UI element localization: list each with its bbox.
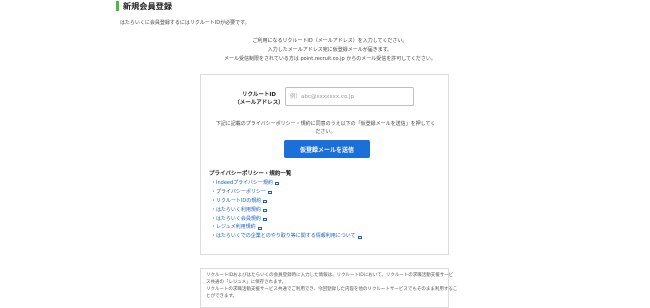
policy-list-heading: プライバシーポリシー・規約一覧 xyxy=(209,171,292,177)
resume-terms-link[interactable]: レジュメ利用規約 xyxy=(216,223,256,232)
notice-line: ご利用になるリクルートID（メールアドレス）を入力してください。 xyxy=(252,38,408,44)
intro-text: はたらいくに会員登録するにはリクルートIDが必要です。 xyxy=(120,20,250,26)
external-window-icon xyxy=(357,235,362,239)
indeed-privacy-link[interactable]: Indeedプライバシー規約 xyxy=(216,179,273,188)
email-notice: ご利用になるリクルートID（メールアドレス）を入力してください。 入力したメール… xyxy=(120,37,540,64)
registration-form-card: リクルートID （メールアドレス） 下記に記載のプライバシーポリシー・規約に同意… xyxy=(200,74,449,255)
policy-list-item: ・はたらいく会員規約 xyxy=(211,215,362,224)
email-input[interactable] xyxy=(285,87,414,106)
recruit-id-label-line2: （メールアドレス） xyxy=(234,100,284,106)
page-header: 新規会員登録 xyxy=(116,0,172,12)
policy-list-item: ・レジュメ利用規約 xyxy=(211,223,362,232)
policy-list-item: ・ Indeedプライバシー規約 xyxy=(211,179,362,188)
footer-line: とができます。 xyxy=(206,294,238,299)
footer-line: ス共通の「レジュメ」に保存されます。 xyxy=(206,280,287,285)
external-window-icon xyxy=(263,200,268,204)
notice-line: 入力したメールアドレス宛に仮登録メールが届きます。 xyxy=(267,47,393,53)
agreement-line2: ださい。 xyxy=(315,129,336,135)
agreement-line1: 下記に記載のプライバシーポリシー・規約に同意のうえ以下の「仮登録メールを送信」を… xyxy=(215,121,436,127)
privacy-policy-link[interactable]: プライバシーポリシー xyxy=(216,188,266,197)
policy-list-item: ・リクルートIDの規約 xyxy=(211,197,362,206)
external-window-icon xyxy=(257,226,262,230)
hataraiku-member-terms-link[interactable]: はたらいく会員規約 xyxy=(216,215,261,224)
policy-list-item: ・プライバシーポリシー xyxy=(211,188,362,197)
recruit-id-label: リクルートID （メールアドレス） xyxy=(229,91,289,107)
page-title: 新規会員登録 xyxy=(123,1,173,11)
policy-list-item: ・はたらいく利用規約 xyxy=(211,206,362,215)
external-window-icon xyxy=(275,182,280,186)
policy-list: ・ Indeedプライバシー規約 ・プライバシーポリシー ・リクルートIDの規約 … xyxy=(211,179,362,241)
title-accent-bar xyxy=(116,1,119,11)
notice-line: メール受信制限をされている方は point.recruit.co.jp からのメ… xyxy=(224,56,436,62)
hataraiku-terms-link[interactable]: はたらいく利用規約 xyxy=(216,206,261,215)
company-interaction-info-link[interactable]: はたらいくでの企業とのやり取り等に関する情報利用について xyxy=(216,232,356,241)
recruit-id-terms-link[interactable]: リクルートIDの規約 xyxy=(216,197,261,206)
external-window-icon xyxy=(267,191,272,195)
agreement-text: 下記に記載のプライバシーポリシー・規約に同意のうえ以下の「仮登録メールを送信」を… xyxy=(201,120,450,136)
resume-info-notice: リクルートIDおよびはたらいくの会員登録時に入力した情報は、リクルートIDにおい… xyxy=(200,268,458,308)
footer-line: リクルートIDおよびはたらいくの会員登録時に入力した情報は、リクルートIDにおい… xyxy=(206,273,454,278)
policy-list-item: ・はたらいくでの企業とのやり取り等に関する情報利用について xyxy=(211,232,362,241)
footer-line: リクルートの求職活動支援サービス共通でご利用でき、今回登録した内容を他のリクルー… xyxy=(206,287,458,292)
external-window-icon xyxy=(262,209,267,213)
send-provisional-email-button[interactable]: 仮登録メールを送信 xyxy=(284,140,370,158)
recruit-id-label-line1: リクルートID xyxy=(242,92,276,98)
external-window-icon xyxy=(262,218,267,221)
